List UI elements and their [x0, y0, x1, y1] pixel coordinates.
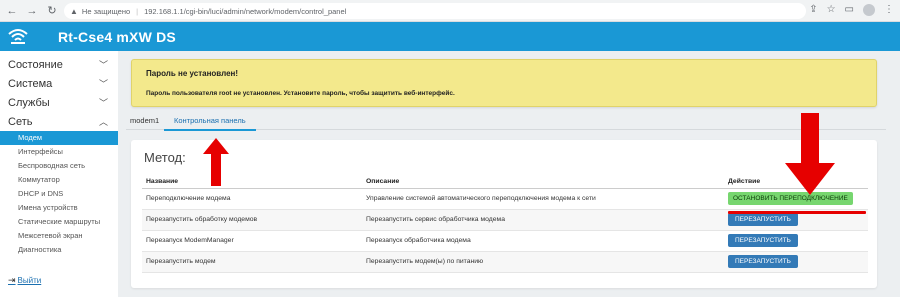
url-text: 192.168.1.1/cgi-bin/luci/admin/network/m…: [144, 6, 347, 16]
sidebar-item-wireless[interactable]: Беспроводная сеть: [0, 159, 118, 173]
tab-bar: modem1 Контрольная панель: [126, 113, 886, 131]
tab-modem1[interactable]: modem1: [130, 116, 159, 125]
wifi-logo-icon: [0, 28, 36, 46]
row-description: Управление системой автоматического пере…: [362, 188, 724, 210]
annotation-underline: [728, 211, 866, 214]
logout-link[interactable]: ⇥ Выйти: [8, 275, 41, 286]
row-action-cell: ПЕРЕЗАПУСТИТЬ: [724, 251, 868, 273]
restart-handler-button[interactable]: ПЕРЕЗАПУСТИТЬ: [728, 213, 798, 226]
column-header: Описание: [362, 176, 724, 189]
chevron-down-icon: ﹀: [98, 79, 108, 89]
forward-icon[interactable]: →: [26, 5, 38, 17]
sidebar-item-firewall[interactable]: Межсетевой экран: [0, 229, 118, 243]
warning-icon[interactable]: ▲: [70, 7, 78, 16]
menu-dots-icon[interactable]: ⋮: [884, 4, 894, 16]
panel-legend: Метод:: [144, 150, 186, 165]
method-panel: Метод: Название Описание Действие Перепо…: [131, 140, 877, 288]
tab-control-panel[interactable]: Контрольная панель: [164, 116, 256, 131]
logout-label: Выйти: [17, 276, 42, 285]
alert-heading: Пароль не установлен!: [146, 69, 239, 78]
chevron-up-icon: ︿: [98, 117, 108, 127]
divider: |: [136, 6, 139, 16]
row-description: Перезапустить модем(ы) по питанию: [362, 251, 724, 273]
row-name: Переподключение модема: [142, 188, 362, 210]
password-warning-alert: Пароль не установлен! Пароль пользовател…: [131, 59, 877, 107]
table-row: Перезапустить модем Перезапустить модем(…: [142, 251, 868, 273]
sidebar-menu-services[interactable]: Службы ﹀: [0, 93, 118, 112]
chevron-down-icon: ﹀: [98, 60, 108, 70]
app-title: Rt-Cse4 mXW DS: [58, 28, 176, 45]
restart-modem-button[interactable]: ПЕРЕЗАПУСТИТЬ: [728, 255, 798, 268]
share-icon[interactable]: ⇪: [809, 4, 817, 16]
app-header: Rt-Cse4 mXW DS: [0, 22, 900, 51]
chevron-down-icon: ﹀: [98, 98, 108, 108]
security-label: Не защищено: [81, 6, 131, 16]
restart-modemmanager-button[interactable]: ПЕРЕЗАПУСТИТЬ: [728, 234, 798, 247]
annotation-arrow-down: [785, 113, 835, 195]
sidebar-item-static-routes[interactable]: Статические маршруты: [0, 215, 118, 229]
row-name: Перезапуск ModemManager: [142, 230, 362, 252]
sidebar-menu-label: Система: [8, 77, 53, 90]
sidebar-menu-system[interactable]: Система ﹀: [0, 74, 118, 93]
sidebar-menu-label: Сеть: [8, 115, 33, 128]
logout-icon: ⇥: [8, 275, 16, 285]
alert-text: Пароль пользователя root не установлен. …: [146, 90, 455, 97]
table-row: Переподключение модема Управление систем…: [142, 188, 868, 210]
sidebar-menu-network[interactable]: Сеть ︿: [0, 112, 118, 131]
sidebar-item-hostnames[interactable]: Имена устройств: [0, 201, 118, 215]
row-name: Перезапустить модем: [142, 251, 362, 273]
reload-icon[interactable]: ↻: [46, 4, 58, 17]
row-name: Перезапустить обработку модемов: [142, 209, 362, 231]
row-description: Перезапустить сервис обработчика модема: [362, 209, 724, 231]
sidebar-item-diagnostics[interactable]: Диагностика: [0, 243, 118, 257]
sidebar-item-modem[interactable]: Модем: [0, 131, 118, 145]
sidebar-item-switch[interactable]: Коммутатор: [0, 173, 118, 187]
bookmark-star-icon[interactable]: ☆: [827, 4, 836, 16]
sidebar-item-interfaces[interactable]: Интерфейсы: [0, 145, 118, 159]
sidebar-menu-status[interactable]: Состояние ﹀: [0, 55, 118, 74]
table-header-row: Название Описание Действие: [142, 176, 868, 189]
sidebar-menu-label: Службы: [8, 96, 50, 109]
side-panel-icon[interactable]: ▭: [845, 4, 854, 16]
sidebar: Состояние ﹀ Система ﹀ Службы ﹀ Сеть ︿ Мо…: [0, 51, 118, 297]
annotation-arrow-up: [203, 138, 229, 186]
sidebar-item-dhcp-dns[interactable]: DHCP и DNS: [0, 187, 118, 201]
address-bar[interactable]: ▲ Не защищено | 192.168.1.1/cgi-bin/luci…: [64, 3, 806, 19]
row-description: Перезапуск обработчика модема: [362, 230, 724, 252]
sidebar-menu-label: Состояние: [8, 58, 63, 71]
column-header: Название: [142, 176, 362, 189]
profile-avatar[interactable]: [863, 4, 875, 16]
browser-toolbar: ← → ↻ ▲ Не защищено | 192.168.1.1/cgi-bi…: [0, 0, 900, 22]
row-action-cell: ПЕРЕЗАПУСТИТЬ: [724, 230, 868, 252]
back-icon[interactable]: ←: [6, 5, 18, 17]
method-table: Название Описание Действие Переподключен…: [142, 176, 868, 273]
table-row: Перезапуск ModemManager Перезапуск обраб…: [142, 230, 868, 252]
